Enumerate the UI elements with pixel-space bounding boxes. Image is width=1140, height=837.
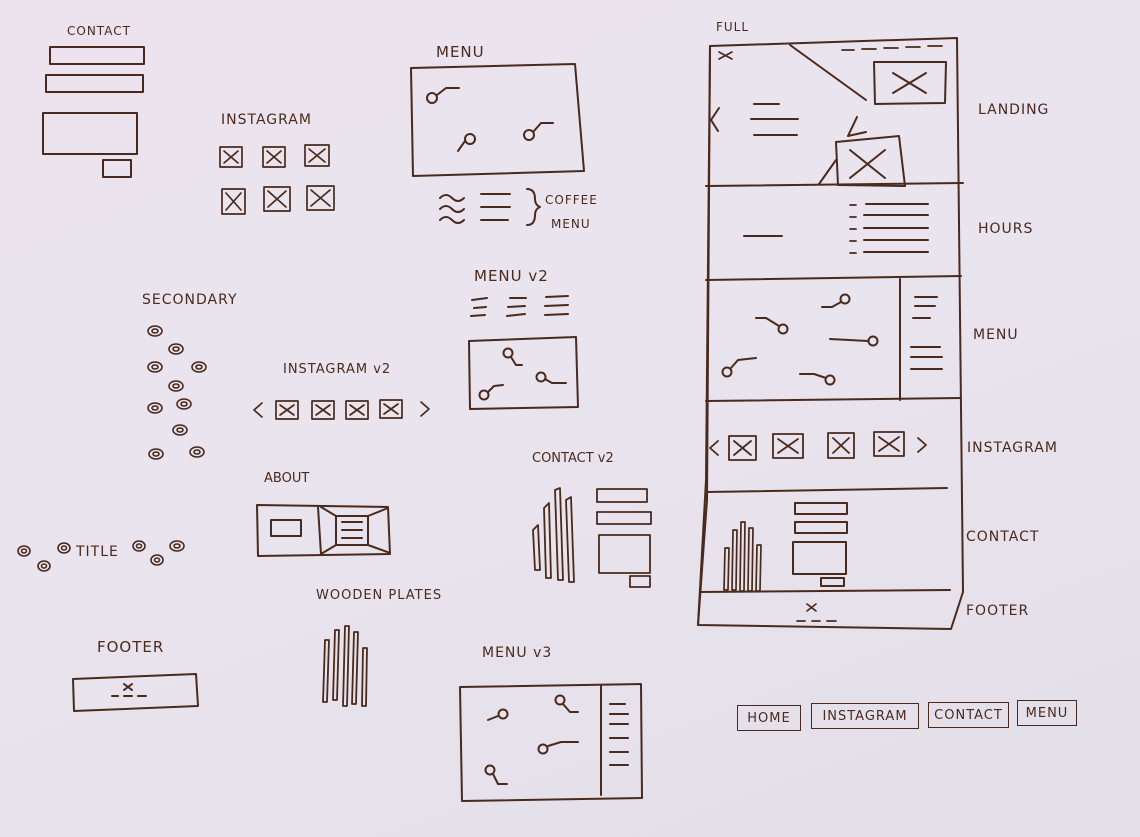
contact-sketch (42, 46, 145, 178)
food-item-icon (523, 122, 554, 141)
contact-v2-label: CONTACT v2 (532, 451, 614, 466)
food-item-icon (537, 741, 579, 755)
section-label-instagram: INSTAGRAM (967, 440, 1058, 456)
instagram-label: INSTAGRAM (221, 112, 312, 128)
contact-v2-sketch (532, 487, 652, 588)
wooden-plates-sketch (322, 625, 368, 707)
footer-label: FOOTER (97, 638, 165, 656)
food-item-icon (721, 357, 757, 378)
food-item-icon (799, 373, 836, 386)
menu-v3-sketch (459, 683, 643, 802)
carousel-left-arrow-icon (253, 402, 263, 418)
image-placeholder (304, 144, 330, 167)
food-item-icon (478, 384, 504, 401)
instagram-v2-label: INSTAGRAM v2 (283, 362, 392, 377)
coffee-menu-label-line1: COFFEE (545, 193, 598, 207)
food-item-icon (755, 317, 789, 335)
instagram-grid-sketch (219, 144, 335, 215)
image-placeholder (263, 186, 291, 212)
food-item-icon (457, 133, 476, 152)
nav-contact-button[interactable]: CONTACT (928, 702, 1009, 728)
secondary-pattern-sketch (147, 325, 207, 460)
full-page-wireframe (697, 37, 964, 630)
title-label: TITLE (76, 544, 119, 560)
food-item-icon (554, 694, 579, 713)
section-label-footer: FOOTER (966, 603, 1030, 619)
food-item-icon (426, 87, 460, 104)
wooden-plates-label: WOODEN PLATES (316, 588, 443, 603)
food-item-icon (484, 764, 508, 785)
section-label-hours: HOURS (978, 221, 1034, 237)
image-placeholder (221, 188, 246, 215)
footer-sketch (72, 673, 199, 712)
about-sketch (256, 504, 391, 557)
carousel-right-arrow-icon (917, 437, 927, 453)
carousel-right-arrow-icon (420, 401, 430, 417)
nav-menu-button[interactable]: MENU (1017, 700, 1077, 726)
instagram-v2-sketch (253, 399, 430, 420)
nav-home-button[interactable]: HOME (737, 705, 801, 731)
carousel-left-arrow-icon (709, 440, 719, 456)
secondary-label: SECONDARY (142, 292, 238, 308)
full-page-label: FULL (716, 20, 750, 34)
food-item-icon (821, 293, 851, 308)
food-item-icon (829, 335, 879, 347)
about-label: ABOUT (264, 471, 310, 486)
menu-label: MENU (436, 43, 485, 61)
section-label-landing: LANDING (978, 102, 1050, 118)
coffee-menu-label-line2: MENU (551, 217, 591, 231)
menu-v3-label: MENU v3 (482, 645, 553, 661)
menu-v2-label: MENU v2 (474, 267, 549, 285)
contact-label: CONTACT (67, 24, 131, 38)
food-item-icon (502, 347, 523, 366)
food-item-icon (487, 708, 509, 721)
image-placeholder (219, 146, 243, 168)
image-placeholder (306, 185, 335, 211)
section-label-contact: CONTACT (966, 529, 1040, 545)
section-label-menu: MENU (973, 327, 1019, 343)
nav-instagram-button[interactable]: INSTAGRAM (811, 703, 919, 729)
menu-v2-sketch (468, 295, 579, 410)
image-placeholder (262, 146, 286, 168)
food-item-icon (535, 371, 567, 384)
